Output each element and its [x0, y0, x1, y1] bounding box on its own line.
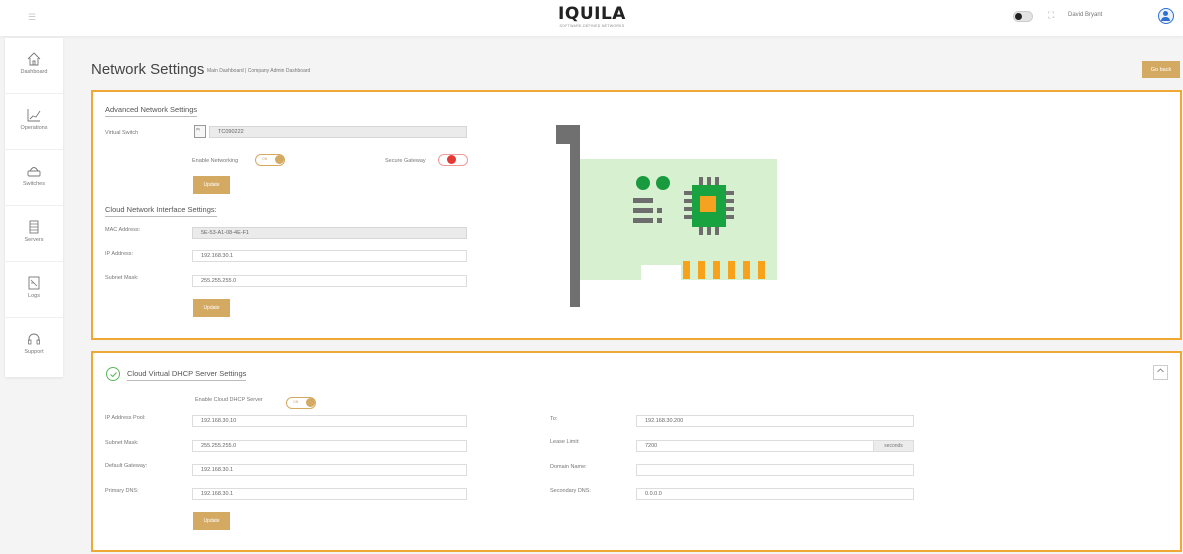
- theme-toggle-knob: [1015, 13, 1022, 20]
- router-icon: [27, 167, 41, 177]
- dhcp-settings-panel: Cloud Virtual DHCP Server Settings Enabl…: [91, 351, 1182, 552]
- dhcp-subnet-label: Subnet Mask:: [105, 440, 139, 446]
- top-bar: ☰ IQUILA SOFTWARE-DEFINED NETWORKS ⛶ Dav…: [0, 0, 1183, 36]
- update-button[interactable]: Update: [193, 176, 230, 194]
- ip-address-input[interactable]: [192, 250, 467, 262]
- menu-icon[interactable]: ☰: [28, 12, 40, 22]
- primary-dns-label: Primary DNS:: [105, 488, 139, 494]
- secondary-dns-input[interactable]: [636, 488, 914, 500]
- sidebar-item-support[interactable]: Support: [5, 318, 63, 374]
- dhcp-title: Cloud Virtual DHCP Server Settings: [127, 369, 247, 381]
- secondary-dns-label: Secondary DNS:: [550, 488, 591, 494]
- logo-text: IQUILA: [558, 4, 626, 24]
- sidebar-item-label: Dashboard: [20, 69, 48, 75]
- sidebar-item-logs[interactable]: Logs: [5, 262, 63, 318]
- check-circle-icon: [106, 367, 120, 381]
- headset-icon: [28, 333, 40, 345]
- sidebar-item-operations[interactable]: Operations: [5, 94, 63, 150]
- logo: IQUILA SOFTWARE-DEFINED NETWORKS: [546, 4, 638, 28]
- mac-address-label: MAC Address:: [105, 227, 141, 233]
- sidebar-item-label: Operations: [20, 125, 48, 131]
- lease-unit: seconds: [873, 440, 914, 452]
- ip-pool-label: IP Address Pool:: [105, 415, 146, 421]
- sidebar-item-servers[interactable]: Servers: [5, 206, 63, 262]
- toggle-knob: [275, 155, 284, 164]
- mac-address-field: 5E-53-A1-08-4E-F1: [192, 227, 467, 239]
- primary-dns-input[interactable]: [192, 488, 467, 500]
- ip-address-label: IP Address:: [105, 251, 134, 257]
- switch-image-icon: [S]: [194, 125, 206, 138]
- collapse-button[interactable]: [1153, 365, 1168, 380]
- sidebar: Dashboard Operations Switches Servers Lo…: [5, 38, 63, 377]
- enable-networking-toggle[interactable]: ON: [255, 154, 285, 166]
- fullscreen-icon[interactable]: ⛶: [1048, 10, 1054, 21]
- sidebar-item-label: Switches: [22, 181, 45, 187]
- username[interactable]: David Bryant: [1068, 12, 1102, 18]
- update-interface-button[interactable]: Update: [193, 299, 230, 317]
- enable-networking-label: Enable Networking: [192, 158, 239, 164]
- advanced-settings-title: Advanced Network Settings: [105, 105, 198, 117]
- avatar-icon[interactable]: [1158, 8, 1174, 24]
- enable-dhcp-toggle[interactable]: ON: [286, 397, 316, 409]
- update-dhcp-button[interactable]: Update: [193, 512, 230, 530]
- sidebar-item-dashboard[interactable]: Dashboard: [5, 38, 63, 94]
- virtual-switch-label: Virtual Switch: [105, 130, 139, 136]
- breadcrumb[interactable]: Main Dashboard | Company Admin Dashboard: [207, 68, 310, 74]
- theme-toggle[interactable]: [1013, 11, 1033, 22]
- secure-gateway-label: Secure Gateway: [385, 158, 426, 164]
- enable-dhcp-label: Enable Cloud DHCP Server: [195, 397, 263, 403]
- toggle-knob: [306, 398, 315, 407]
- toggle-state: ON: [262, 157, 268, 161]
- dhcp-subnet-input[interactable]: [192, 440, 467, 452]
- network-settings-panel: Advanced Network Settings Virtual Switch…: [91, 90, 1182, 340]
- go-back-button[interactable]: Go back: [1142, 61, 1180, 78]
- chevron-up-icon: [1157, 368, 1164, 373]
- network-card-illustration: [556, 125, 777, 307]
- home-icon: [27, 52, 41, 66]
- domain-name-input[interactable]: [636, 464, 914, 476]
- sidebar-item-label: Logs: [28, 293, 40, 299]
- page-title: Network Settings: [91, 61, 205, 78]
- server-icon: [29, 220, 39, 234]
- cloud-interface-title: Cloud Network Interface Settings:: [105, 205, 217, 217]
- sidebar-item-switches[interactable]: Switches: [5, 150, 63, 206]
- lease-limit-input[interactable]: [636, 440, 874, 452]
- subnet-mask-label: Subnet Mask:: [105, 275, 139, 281]
- sidebar-item-label: Support: [24, 349, 44, 355]
- subnet-mask-input[interactable]: [192, 275, 467, 287]
- pool-to-label: To:: [550, 416, 558, 422]
- ip-pool-input[interactable]: [192, 415, 467, 427]
- domain-name-label: Domain Name:: [550, 464, 587, 470]
- logs-icon: [28, 276, 40, 290]
- default-gateway-input[interactable]: [192, 464, 467, 476]
- pool-to-input[interactable]: [636, 415, 914, 427]
- default-gateway-label: Default Gateway:: [105, 463, 148, 469]
- toggle-knob: [447, 155, 456, 164]
- toggle-state: ON: [293, 400, 299, 404]
- sidebar-item-label: Servers: [24, 237, 44, 243]
- secure-gateway-toggle[interactable]: [438, 154, 468, 166]
- logo-subtext: SOFTWARE-DEFINED NETWORKS: [559, 24, 625, 28]
- virtual-switch-field: TC090222: [209, 126, 467, 138]
- lease-limit-label: Lease Limit:: [550, 439, 580, 445]
- chart-line-icon: [27, 109, 41, 122]
